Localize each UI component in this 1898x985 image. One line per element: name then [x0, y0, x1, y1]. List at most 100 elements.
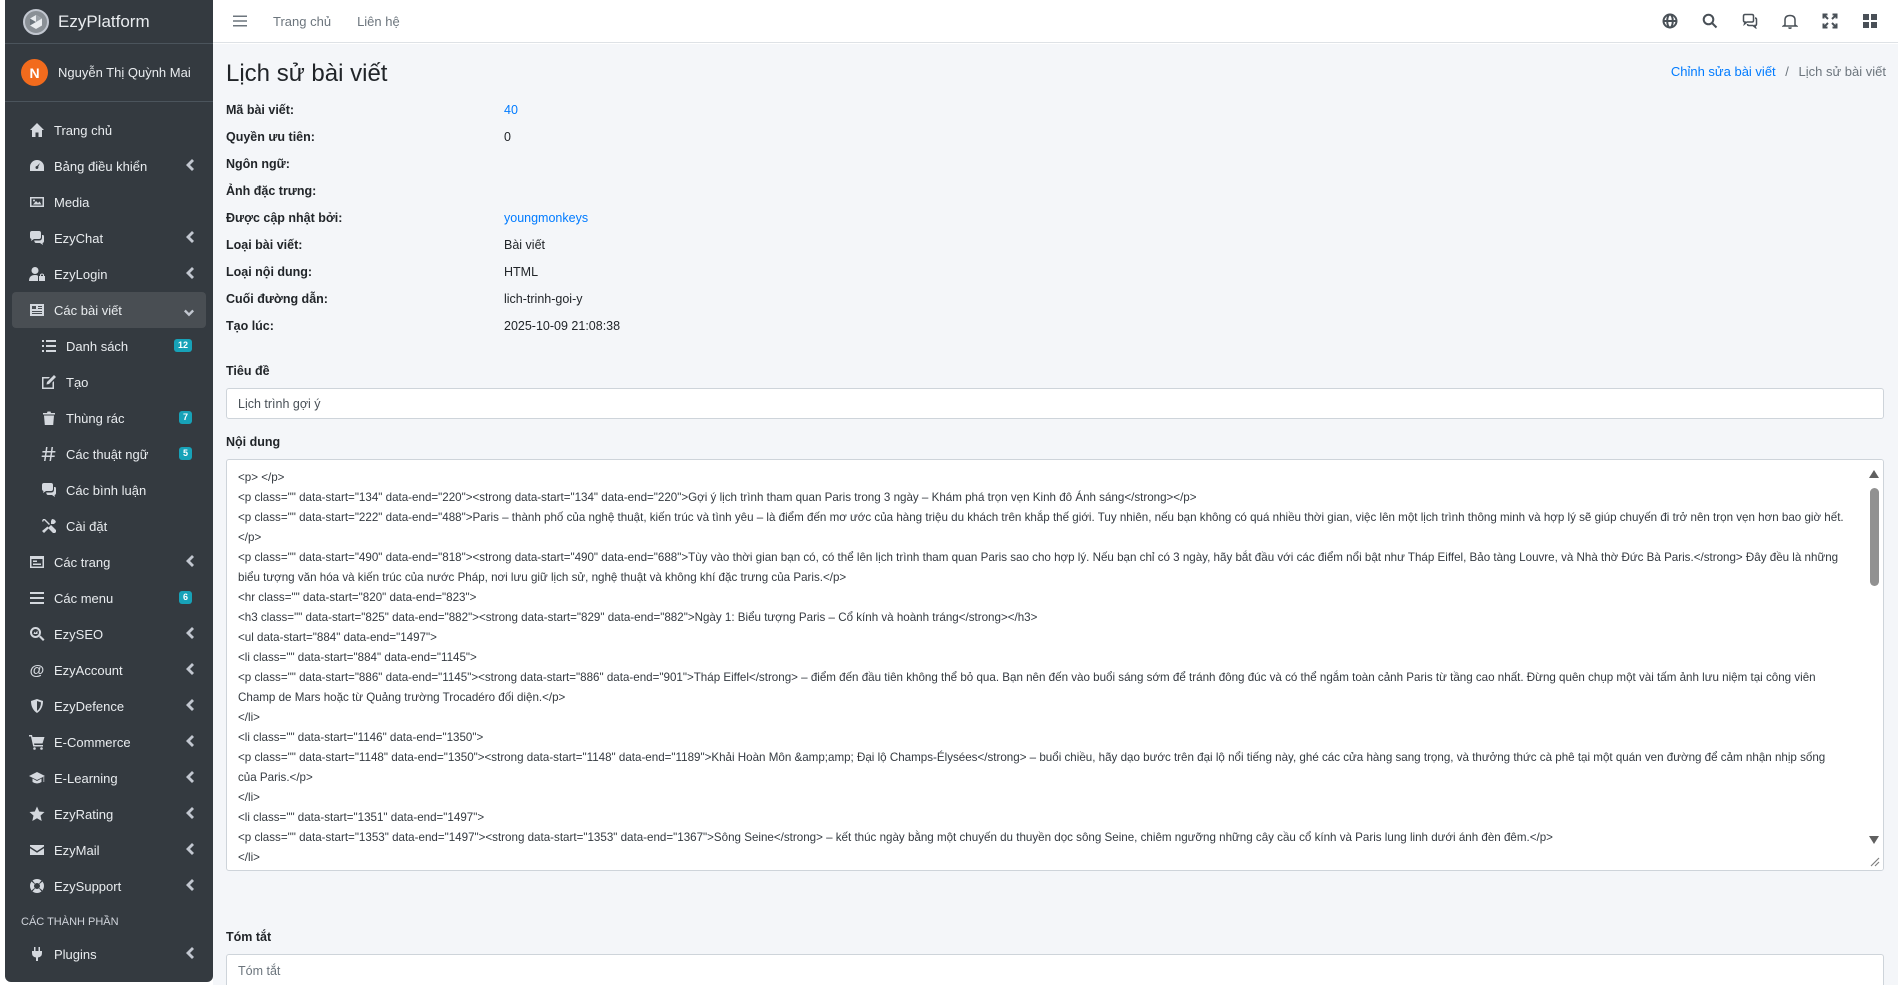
content-line: <p class="" data-start="1148" data-end="… [238, 751, 1826, 784]
sidebar-item-label: EzyAccount [54, 662, 123, 678]
content-line: </li> [238, 791, 260, 804]
apps-grid-icon[interactable] [1862, 13, 1880, 31]
page-title: Lịch sử bài viết [226, 60, 388, 87]
sidebar-item-ezychat[interactable]: EzyChat [12, 220, 206, 256]
sidebar-item-label: Các menu [54, 590, 114, 606]
hamburger-menu-icon[interactable] [233, 14, 247, 28]
chevron-left-icon [186, 879, 194, 891]
info-value: Bài viết [504, 237, 545, 252]
sidebar-item-trash[interactable]: Thùng rác 7 [12, 400, 206, 436]
info-row-content-type: Loại nội dung: HTML [226, 258, 620, 285]
info-label: Loại nội dung: [226, 264, 313, 279]
chevron-left-icon [186, 159, 194, 171]
sidebar-item-home[interactable]: Trang chủ [12, 112, 206, 148]
sidebar-item-dashboard[interactable]: Bảng điều khiển [12, 148, 206, 184]
sidebar-item-label: EzySEO [54, 626, 104, 642]
sidebar-item-settings[interactable]: Cài đặt [12, 508, 206, 544]
brand-link[interactable]: EzyPlatform [5, 0, 213, 44]
sidebar-item-create[interactable]: Tạo [12, 364, 206, 400]
info-row-updated-by: Được cập nhật bởi: youngmonkeys [226, 204, 620, 231]
info-label: Ảnh đặc trưng: [226, 183, 317, 198]
content-line: <p class="" data-start="1353" data-end="… [238, 831, 1553, 844]
search-icon[interactable] [1702, 13, 1720, 31]
content-line: <p> </p> [238, 471, 285, 484]
bell-icon[interactable] [1781, 13, 1800, 31]
menu-icon [28, 589, 46, 607]
sidebar-item-label: Bảng điều khiển [54, 158, 148, 174]
chevron-left-icon [186, 771, 194, 783]
sidebar-nav: Trang chủ Bảng điều khiển Media EzyChat … [5, 102, 213, 972]
info-row-created-at: Tạo lúc: 2025-10-09 21:08:38 [226, 312, 620, 339]
content-line: <p class="" data-start="134" data-end="2… [238, 491, 1197, 504]
sidebar-item-ezylogin[interactable]: EzyLogin [12, 256, 206, 292]
sidebar-item-post-list[interactable]: Danh sách 12 [12, 328, 206, 364]
sidebar-item-menus[interactable]: Các menu 6 [12, 580, 206, 616]
sidebar-item-ezyseo[interactable]: EzySEO [12, 616, 206, 652]
content-line: <p class="" data-start="490" data-end="8… [238, 551, 1839, 584]
title-field[interactable]: Lịch trình gợi ý [226, 388, 1884, 419]
sidebar-item-media[interactable]: Media [12, 184, 206, 220]
chevron-left-icon [186, 699, 194, 711]
sidebar-item-pages[interactable]: Các trang [12, 544, 206, 580]
info-label: Loại bài viết: [226, 237, 303, 252]
sidebar-item-terms[interactable]: Các thuật ngữ 5 [12, 436, 206, 472]
sidebar-item-elearning[interactable]: E-Learning [12, 760, 206, 796]
sidebar-item-label: EzyRating [54, 806, 114, 822]
breadcrumb-edit-post[interactable]: Chỉnh sửa bài viết [1671, 64, 1776, 79]
sidebar-item-comments[interactable]: Các bình luận [12, 472, 206, 508]
sidebar-item-ezydefence[interactable]: EzyDefence [12, 688, 206, 724]
messages-icon[interactable] [1742, 13, 1760, 31]
sidebar-item-ezymail[interactable]: EzyMail [12, 832, 206, 868]
content-line: <p class="" data-start="886" data-end="1… [238, 671, 1816, 704]
info-label: Được cập nhật bởi: [226, 210, 343, 225]
info-value: 0 [504, 129, 511, 144]
sidebar-item-label: Các trang [54, 554, 111, 570]
post-id-link[interactable]: 40 [504, 103, 518, 117]
fullscreen-icon[interactable] [1822, 13, 1840, 31]
chevron-left-icon [186, 663, 194, 675]
globe-icon[interactable] [1662, 13, 1680, 31]
resize-handle-icon[interactable] [1868, 855, 1880, 867]
scrollbar-thumb[interactable] [1870, 488, 1879, 586]
sidebar-item-label: Media [54, 194, 90, 210]
chevron-left-icon [186, 807, 194, 819]
scroll-down-arrow-icon[interactable] [1869, 836, 1879, 844]
content-line: <hr class="" data-start="820" data-end="… [238, 591, 477, 604]
content-line: <li class="" data-start="1146" data-end=… [238, 731, 484, 744]
sidebar-item-label: Trang chủ [54, 122, 113, 138]
content-line: <p class="" data-start="222" data-end="4… [238, 511, 1844, 544]
sidebar-item-ezyrating[interactable]: EzyRating [12, 796, 206, 832]
chevron-left-icon [186, 627, 194, 639]
content-line: <h3 class="" data-start="825" data-end="… [238, 611, 1038, 624]
info-label: Ngôn ngữ: [226, 156, 290, 171]
summary-label: Tóm tắt [226, 930, 272, 944]
scrollbar[interactable] [1865, 460, 1883, 870]
sidebar-item-ecommerce[interactable]: E-Commerce [12, 724, 206, 760]
user-panel[interactable]: N Nguyễn Thị Quỳnh Mai [5, 44, 213, 102]
updated-by-link[interactable]: youngmonkeys [504, 211, 588, 225]
graduation-icon [28, 769, 46, 787]
sidebar-item-plugins[interactable]: Plugins [12, 936, 206, 972]
sidebar-item-ezyaccount[interactable]: @ EzyAccount [12, 652, 206, 688]
top-link-contact[interactable]: Liên hệ [357, 14, 400, 29]
breadcrumb-current: Lịch sử bài viết [1798, 64, 1886, 79]
scroll-up-arrow-icon[interactable] [1869, 470, 1879, 478]
post-info: Mã bài viết: 40 Quyền ưu tiên: 0 Ngôn ng… [226, 96, 620, 339]
shield-icon [28, 697, 46, 715]
top-link-home[interactable]: Trang chủ [273, 14, 331, 29]
sidebar-item-posts[interactable]: Các bài viết [12, 292, 206, 328]
content-line: </li> [238, 711, 260, 724]
user-name[interactable]: Nguyễn Thị Quỳnh Mai [58, 65, 191, 80]
sidebar-item-label: EzyLogin [54, 266, 108, 282]
summary-textarea[interactable]: Tóm tắt [226, 954, 1884, 985]
sidebar-item-ezysupport[interactable]: EzySupport [12, 868, 206, 904]
info-value: lich-trinh-goi-y [504, 291, 583, 306]
hashtag-icon [40, 445, 58, 463]
dashboard-icon [28, 157, 46, 175]
newspaper-icon [28, 301, 46, 319]
info-row-priority: Quyền ưu tiên: 0 [226, 123, 620, 150]
content-textarea[interactable]: <p> </p> <p class="" data-start="134" dat… [226, 459, 1884, 871]
avatar: N [21, 59, 48, 86]
content-line: </li> [238, 851, 260, 864]
mail-icon [28, 841, 46, 859]
